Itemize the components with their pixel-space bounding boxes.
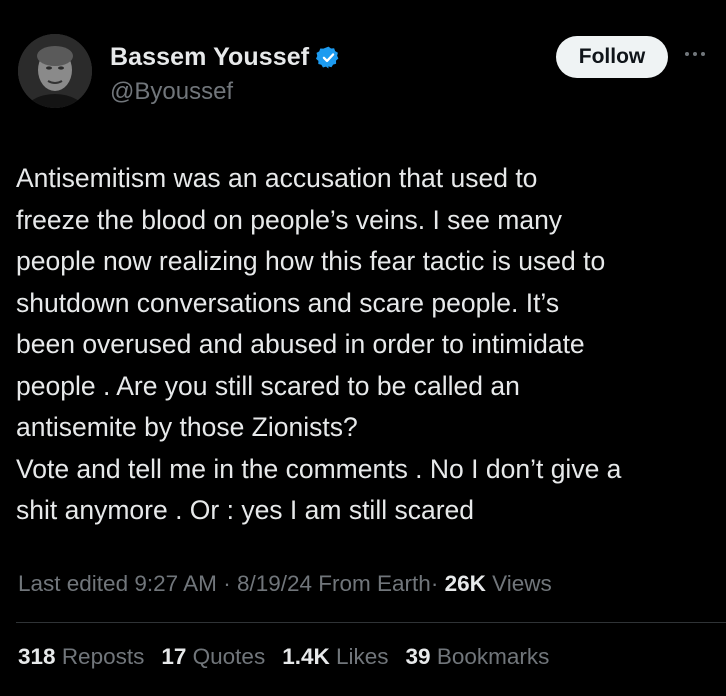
stat-label: Bookmarks <box>436 644 550 669</box>
stat-count: 39 <box>405 644 431 669</box>
follow-button[interactable]: Follow <box>556 36 668 78</box>
tweet-card: Bassem Youssef @Byoussef Follow Antisemi… <box>0 0 726 696</box>
stat-label: Quotes <box>192 644 266 669</box>
tweet-date[interactable]: 8/19/24 <box>237 571 312 596</box>
likes-stat[interactable]: 1.4K Likes <box>282 644 388 670</box>
bookmarks-stat[interactable]: 39 Bookmarks <box>406 644 550 670</box>
stat-count: 17 <box>161 644 187 669</box>
verified-badge-icon[interactable] <box>316 45 341 70</box>
meta-separator: · <box>430 571 439 596</box>
meta-separator: · <box>223 571 231 596</box>
stat-label: Reposts <box>61 644 145 669</box>
stat-count: 318 <box>18 644 56 669</box>
quotes-stat[interactable]: 17 Quotes <box>161 644 265 670</box>
avatar[interactable] <box>18 34 92 108</box>
display-name[interactable]: Bassem Youssef <box>110 43 309 72</box>
tweet-text: Antisemitism was an accusation that used… <box>16 163 622 525</box>
more-horizontal-icon[interactable] <box>680 44 710 64</box>
reposts-stat[interactable]: 318 Reposts <box>18 644 144 670</box>
avatar-portrait-icon <box>18 34 92 108</box>
stat-label: Likes <box>336 644 389 669</box>
stat-count: 1.4K <box>282 644 330 669</box>
views-count[interactable]: 26K <box>445 571 486 596</box>
engagement-stats: 318 Reposts 17 Quotes 1.4K Likes 39 Book… <box>18 644 566 670</box>
edited-label[interactable]: Last edited <box>18 571 128 596</box>
views-label[interactable]: Views <box>492 571 552 596</box>
tweet-time[interactable]: 9:27 AM <box>134 571 217 596</box>
tweet-source: From Earth <box>318 571 431 596</box>
tweet-meta: Last edited 9:27 AM · 8/19/24 From Earth… <box>18 571 552 597</box>
author-handle[interactable]: @Byoussef <box>110 78 233 106</box>
author-name-row[interactable]: Bassem Youssef <box>110 40 341 74</box>
divider <box>16 622 726 623</box>
